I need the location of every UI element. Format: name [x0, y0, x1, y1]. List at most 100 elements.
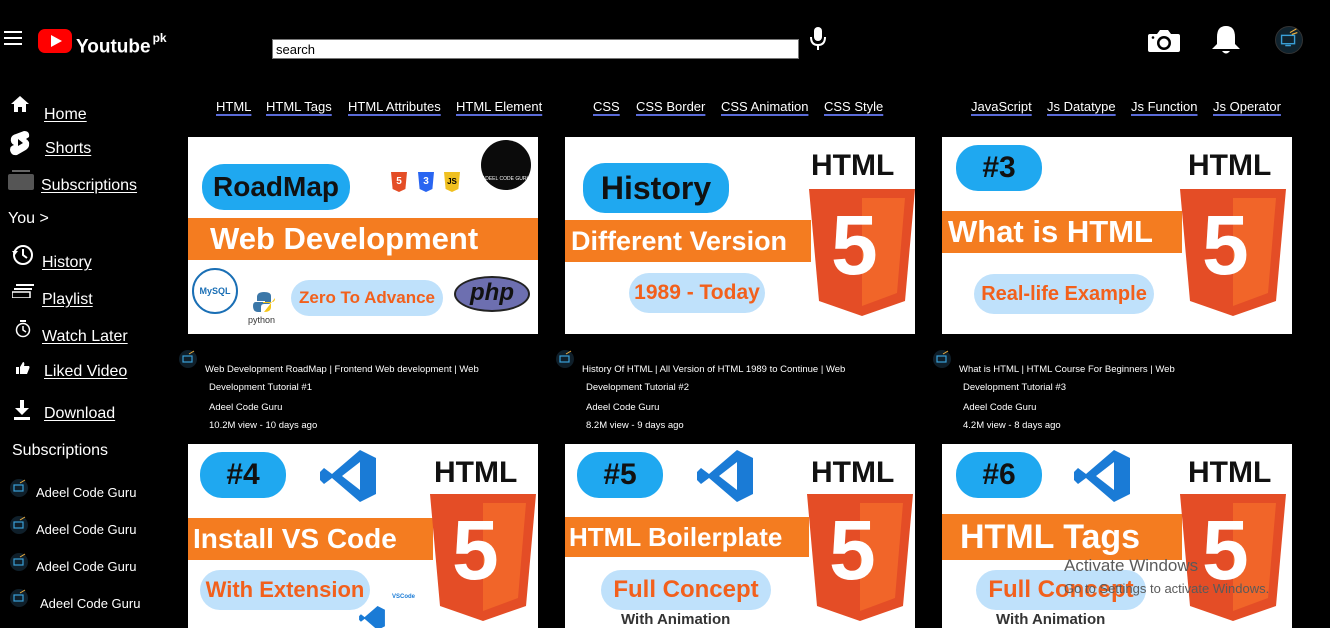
subscriptions-icon — [8, 170, 34, 190]
you-section-heading[interactable]: You > — [8, 210, 49, 228]
history-icon — [12, 245, 33, 265]
css-badge-icon: 3 — [418, 172, 434, 192]
like-icon — [16, 362, 30, 374]
subscriptions-heading: Subscriptions — [12, 442, 109, 459]
chip-css-style[interactable]: CSS Style — [824, 99, 883, 114]
sidebar-item-watch-later[interactable]: Watch Later — [42, 328, 128, 346]
chip-js-function[interactable]: Js Function — [1131, 99, 1197, 114]
subscription-item[interactable]: Adeel Code Guru — [40, 596, 140, 611]
thumbnail-pill: History — [583, 163, 729, 213]
mysql-logo: MySQL — [192, 268, 238, 314]
home-icon — [11, 96, 29, 112]
vscode-label: VSCode — [392, 594, 416, 600]
notification-bell-icon[interactable] — [1209, 24, 1243, 56]
html5-number: 5 — [1202, 198, 1249, 292]
python-icon — [253, 292, 275, 312]
video-title[interactable]: Web Development RoadMap | Frontend Web d… — [205, 361, 525, 397]
vscode-small-icon — [359, 606, 385, 628]
activation-watermark-title: Activate Windows — [1064, 556, 1199, 575]
video-thumbnail[interactable]: RoadMap 5 3 JS ADEEL CODE GURU Web Devel… — [188, 137, 538, 334]
video-title-line: Web Development RoadMap | Frontend Web d… — [205, 364, 479, 375]
subscription-item[interactable]: Adeel Code Guru — [36, 485, 136, 500]
chip-html-tags[interactable]: HTML Tags — [266, 99, 332, 114]
chip-html-element[interactable]: HTML Element — [456, 99, 542, 114]
vscode-icon — [1074, 450, 1130, 502]
html-label: HTML — [434, 456, 518, 489]
avatar[interactable] — [1275, 26, 1303, 54]
brand-text: Youtube — [76, 36, 151, 58]
video-channel[interactable]: Adeel Code Guru — [209, 402, 282, 413]
thumbnail-subtitle: Zero To Advance — [291, 280, 443, 316]
video-title-line: History Of HTML | All Version of HTML 19… — [582, 364, 846, 375]
shorts-icon — [10, 131, 30, 156]
video-thumbnail[interactable]: #3 HTML What is HTML 5 Real-life Example — [942, 137, 1292, 334]
activation-watermark-text: Go to Settings to activate Windows. — [1064, 581, 1270, 596]
video-thumbnail[interactable]: #6 HTML HTML Tags 5 Full Concept With An… — [942, 444, 1292, 628]
download-icon — [14, 400, 30, 420]
chip-css-animation[interactable]: CSS Animation — [721, 99, 808, 114]
thumbnail-band: Web Development — [188, 218, 538, 260]
chip-javascript[interactable]: JavaScript — [971, 99, 1032, 114]
sidebar-item-playlist[interactable]: Playlist — [42, 291, 93, 309]
channel-avatar — [10, 479, 28, 497]
chip-html[interactable]: HTML — [216, 99, 251, 114]
watch-later-icon — [15, 320, 31, 338]
microphone-icon[interactable] — [810, 27, 826, 51]
video-channel[interactable]: Adeel Code Guru — [586, 402, 659, 413]
thumbnail-subtitle: 1989 - Today — [629, 273, 765, 313]
video-channel[interactable]: Adeel Code Guru — [963, 402, 1036, 413]
channel-avatar[interactable] — [933, 350, 951, 368]
thumbnail-subtitle: Full Concept — [601, 570, 771, 610]
sidebar-item-subscriptions[interactable]: Subscriptions — [41, 177, 137, 195]
thumbnail-pill: #4 — [200, 452, 286, 498]
chip-js-operator[interactable]: Js Operator — [1213, 99, 1281, 114]
thumbnail-pill: #5 — [577, 452, 663, 498]
subscription-item[interactable]: Adeel Code Guru — [36, 559, 136, 574]
playlist-icon — [12, 284, 34, 298]
menu-icon[interactable] — [4, 31, 22, 46]
channel-avatar[interactable] — [179, 350, 197, 368]
channel-logo: ADEEL CODE GURU — [481, 140, 531, 190]
youtube-logo-icon[interactable] — [38, 29, 72, 53]
thumbnail-band: What is HTML — [942, 211, 1182, 253]
video-thumbnail[interactable]: History HTML Different Version 5 1989 - … — [565, 137, 915, 334]
thumbnail-subtitle: Real-life Example — [974, 274, 1154, 314]
video-stats: 8.2M view - 9 days ago — [586, 420, 684, 431]
thumbnail-band: Install VS Code — [188, 518, 433, 560]
video-thumbnail[interactable]: #4 HTML Install VS Code 5 With Extension… — [188, 444, 538, 628]
video-title[interactable]: History Of HTML | All Version of HTML 19… — [582, 361, 902, 397]
brand-country: pk — [152, 31, 167, 45]
chip-css-border[interactable]: CSS Border — [636, 99, 705, 114]
html5-number: 5 — [831, 198, 878, 292]
thumbnail-pill: #6 — [956, 452, 1042, 498]
html-label: HTML — [811, 456, 895, 489]
thumbnail-pill: RoadMap — [202, 164, 350, 210]
search-input[interactable] — [272, 39, 799, 59]
camera-icon[interactable] — [1147, 29, 1181, 53]
python-logo: python — [248, 315, 276, 325]
chip-js-datatype[interactable]: Js Datatype — [1047, 99, 1116, 114]
thumbnail-band: Different Version — [565, 220, 811, 262]
sidebar-item-home[interactable]: Home — [44, 106, 87, 124]
html-label: HTML — [1188, 456, 1272, 489]
html5-number: 5 — [829, 503, 876, 597]
video-thumbnail[interactable]: #5 HTML HTML Boilerplate 5 Full Concept … — [565, 444, 915, 628]
video-title-line: Development Tutorial #1 — [209, 382, 312, 393]
subscription-item[interactable]: Adeel Code Guru — [36, 522, 136, 537]
js-badge-icon: JS — [444, 172, 460, 192]
html5-number: 5 — [452, 503, 499, 597]
channel-avatar — [10, 553, 28, 571]
brand-name[interactable]: Youtube pk — [76, 31, 167, 58]
sidebar-item-liked-video[interactable]: Liked Video — [44, 363, 127, 381]
video-title[interactable]: What is HTML | HTML Course For Beginners… — [959, 361, 1279, 397]
html-label: HTML — [1188, 149, 1272, 182]
video-stats: 4.2M view - 8 days ago — [963, 420, 1061, 431]
vscode-icon — [697, 450, 753, 502]
chip-html-attributes[interactable]: HTML Attributes — [348, 99, 441, 114]
sidebar-item-download[interactable]: Download — [44, 405, 115, 423]
sidebar-item-history[interactable]: History — [42, 254, 92, 272]
channel-avatar[interactable] — [556, 350, 574, 368]
video-title-line: Development Tutorial #2 — [586, 382, 689, 393]
chip-css[interactable]: CSS — [593, 99, 620, 114]
sidebar-item-shorts[interactable]: Shorts — [45, 140, 91, 158]
